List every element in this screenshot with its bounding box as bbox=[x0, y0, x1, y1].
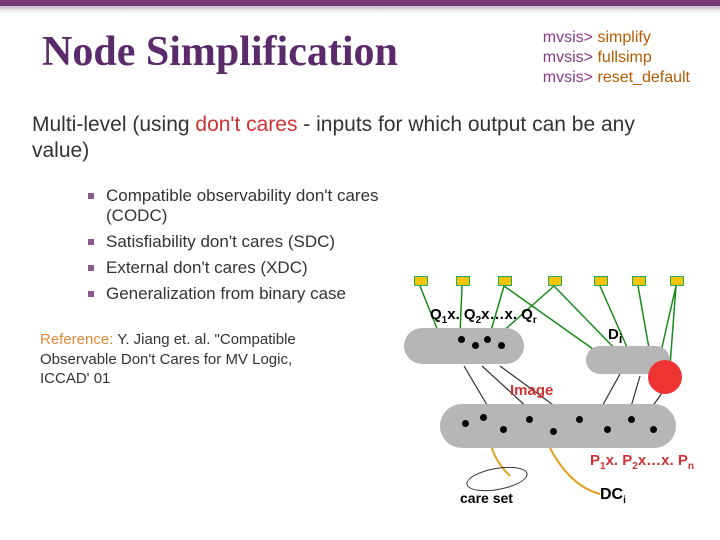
dot bbox=[576, 416, 583, 423]
input-box bbox=[456, 276, 470, 286]
dot bbox=[550, 428, 557, 435]
reference-block: Reference: Y. Jiang et. al. "Compatible … bbox=[40, 330, 320, 389]
cmd-line-1: mvsis> simplify bbox=[543, 28, 690, 48]
di-label: Di bbox=[608, 326, 622, 346]
input-box bbox=[594, 276, 608, 286]
dot bbox=[526, 416, 533, 423]
cmd-line-3: mvsis> reset_default bbox=[543, 68, 690, 88]
subhead-pre: Multi-level (using bbox=[32, 113, 195, 136]
subheading: Multi-level (using don't cares - inputs … bbox=[32, 112, 672, 165]
prompt: mvsis> bbox=[543, 69, 593, 86]
dot bbox=[628, 416, 635, 423]
dot bbox=[480, 414, 487, 421]
prompt: mvsis> bbox=[543, 49, 593, 66]
bullet-gen: Generalization from binary case bbox=[88, 284, 398, 304]
dot bbox=[500, 426, 507, 433]
input-box bbox=[548, 276, 562, 286]
dot bbox=[458, 336, 465, 343]
q-label: Q1x. Q2x…x. Qr bbox=[430, 306, 537, 326]
image-label: Image bbox=[510, 382, 553, 399]
dot bbox=[650, 426, 657, 433]
reference-label: Reference: bbox=[40, 331, 113, 348]
input-box bbox=[632, 276, 646, 286]
dot bbox=[498, 342, 505, 349]
dot bbox=[472, 342, 479, 349]
prompt: mvsis> bbox=[543, 29, 593, 46]
cmd-line-2: mvsis> fullsimp bbox=[543, 48, 690, 68]
dot bbox=[462, 420, 469, 427]
cmd-text: fullsimp bbox=[597, 49, 651, 66]
accent-shadow bbox=[0, 6, 720, 14]
bullet-list: Compatible observability don't cares (CO… bbox=[88, 186, 398, 310]
dot bbox=[604, 426, 611, 433]
diagram: Q1x. Q2x…x. Qr Di Image P1x. P2x…x. Pn c… bbox=[400, 276, 710, 526]
p-label: P1x. P2x…x. Pn bbox=[590, 452, 694, 472]
node-oval-lower bbox=[440, 404, 676, 448]
cmd-text: simplify bbox=[597, 29, 650, 46]
input-box bbox=[498, 276, 512, 286]
slide-title: Node Simplification bbox=[42, 28, 398, 76]
input-box bbox=[414, 276, 428, 286]
dci-label: DCi bbox=[600, 486, 626, 506]
dot bbox=[484, 336, 491, 343]
node-oval-upper-left bbox=[404, 328, 524, 364]
bullet-xdc: External don't cares (XDC) bbox=[88, 258, 398, 278]
cmd-text: reset_default bbox=[597, 69, 690, 86]
care-set-label: care set bbox=[460, 490, 513, 506]
bullet-sdc: Satisfiability don't cares (SDC) bbox=[88, 232, 398, 252]
target-node-circle bbox=[648, 360, 682, 394]
command-list: mvsis> simplify mvsis> fullsimp mvsis> r… bbox=[543, 28, 690, 88]
input-box bbox=[670, 276, 684, 286]
bullet-codc: Compatible observability don't cares (CO… bbox=[88, 186, 398, 226]
subhead-highlight: don't cares bbox=[195, 113, 297, 136]
